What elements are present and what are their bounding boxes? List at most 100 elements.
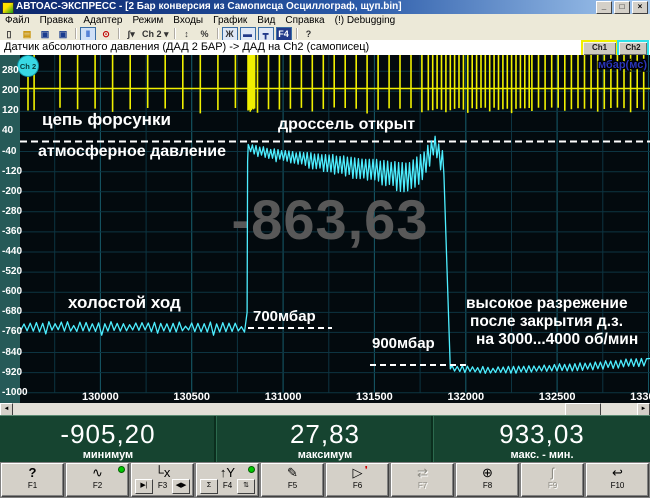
measurement-panel: -905,20минимум27,83максимум933,03макс. -… bbox=[0, 415, 650, 463]
red-marker: ❜ bbox=[365, 465, 368, 474]
fkey-f4-button[interactable]: ↑YF4Σ⇅ bbox=[196, 463, 259, 497]
toolbar-separator bbox=[296, 28, 297, 39]
green-status-dot bbox=[118, 466, 125, 473]
unit-label: мбар(мс) bbox=[598, 59, 647, 71]
annotation-vac3: на 3000...4000 об/мин bbox=[476, 331, 638, 348]
y-tick-label: 40 bbox=[2, 125, 13, 136]
crosshair-icon: ⊕ bbox=[457, 464, 518, 481]
fkey-f3-button[interactable]: └xF3▶|◀▶ bbox=[131, 463, 194, 497]
y-tick-label: 120 bbox=[2, 105, 19, 116]
help-icon: ? bbox=[2, 464, 63, 481]
menu-item-7[interactable]: Вид bbox=[252, 14, 280, 27]
exit-icon: ↩ bbox=[587, 464, 648, 481]
toolbar-record-button[interactable]: ⊙ bbox=[98, 27, 114, 41]
fkey-label: F10 bbox=[587, 481, 648, 490]
compress-y-mini-button[interactable]: Σ bbox=[200, 479, 218, 494]
annotation-throttle: дроссель открыт bbox=[278, 116, 415, 133]
measurement-value: 933,03 bbox=[434, 419, 650, 449]
measurement-value: -905,20 bbox=[0, 419, 216, 449]
x-tick-label: 131500 bbox=[356, 391, 393, 403]
toolbar-marker-button[interactable]: Ж bbox=[222, 27, 238, 41]
y-tick-label: -1000 bbox=[2, 387, 28, 398]
fkey-cell-F2: ∿F2 bbox=[65, 462, 130, 498]
annotation-atmo: атмосферное давление bbox=[38, 143, 226, 160]
toolbar-ruler-button[interactable]: ┳ bbox=[258, 27, 274, 41]
toolbar-trigger-edge-button[interactable]: ʃ▾ bbox=[123, 27, 139, 41]
trigger-edge-icon: ʃ bbox=[522, 464, 583, 481]
menu-item-1[interactable]: Файл bbox=[0, 14, 35, 27]
fkey-label: F2 bbox=[67, 481, 128, 490]
swap-arrows-icon: ⇄ bbox=[392, 464, 453, 481]
y-tick-label: 280 bbox=[2, 65, 19, 76]
toolbar-pause-button[interactable]: ‖ bbox=[80, 27, 96, 41]
toolbar-open-button[interactable]: ▤ bbox=[19, 27, 35, 41]
menu-item-8[interactable]: Справка bbox=[280, 14, 329, 27]
menu-item-9[interactable]: (!) Debugging bbox=[330, 14, 401, 27]
window-title: АВТОАС-ЭКСПРЕСС - [2 Бар конверсия из Са… bbox=[16, 0, 402, 14]
toolbar: ▯▤▣▣‖⊙ʃ▾Ch 2 ▾↕%Ж▬┳F4? bbox=[0, 27, 650, 40]
menu-item-5[interactable]: Входы bbox=[168, 14, 208, 27]
minimize-button[interactable]: _ bbox=[596, 1, 612, 14]
fkey-f5-button[interactable]: ✎F5 bbox=[261, 463, 324, 497]
scope-canvas[interactable]: -863,63цепь форсункидроссель открытатмос… bbox=[20, 55, 650, 403]
y-tick-label: -40 bbox=[2, 146, 16, 157]
close-button[interactable]: × bbox=[632, 1, 648, 14]
menu-item-4[interactable]: Режим bbox=[127, 14, 168, 27]
fkey-cell-F5: ✎F5 bbox=[260, 462, 325, 498]
fkey-label: F8 bbox=[457, 481, 518, 490]
y-tick-label: -200 bbox=[2, 186, 22, 197]
fkey-f2-button[interactable]: ∿F2 bbox=[66, 463, 129, 497]
menu-item-6[interactable]: График bbox=[208, 14, 252, 27]
annotation-vac1: высокое разрежение bbox=[466, 295, 628, 312]
fkey-label: F1 bbox=[2, 481, 63, 490]
y-tick-label: 200 bbox=[2, 85, 19, 96]
menu-item-2[interactable]: Правка bbox=[35, 14, 79, 27]
maximize-button[interactable]: □ bbox=[614, 1, 630, 14]
toolbar-separator bbox=[118, 28, 119, 39]
horizontal-scrollbar[interactable]: ◄ ► bbox=[0, 403, 650, 415]
expand-x-mini-button[interactable]: ◀▶ bbox=[172, 479, 190, 494]
fkey-f7-button: ⇄F7 bbox=[391, 463, 454, 497]
green-status-dot bbox=[248, 466, 255, 473]
measurement-col-3: 933,03макс. - мин. bbox=[433, 416, 650, 463]
toolbar-save-as-button[interactable]: ▣ bbox=[55, 27, 71, 41]
fkey-cell-F3: └xF3▶|◀▶ bbox=[130, 462, 195, 498]
title-bar[interactable]: АВТОАС-ЭКСПРЕСС - [2 Бар конверсия из Са… bbox=[0, 0, 650, 14]
x-tick-label: 133000 bbox=[630, 391, 650, 403]
toolbar-vertical-scale-button[interactable]: ↕ bbox=[179, 27, 195, 41]
y-tick-label: -440 bbox=[2, 246, 22, 257]
spin-y-mini-button[interactable]: ⇅ bbox=[237, 479, 255, 494]
toolbar-channel-select-button[interactable]: Ch 2 ▾ bbox=[141, 27, 170, 41]
toolbar-separator bbox=[174, 28, 175, 39]
app-icon bbox=[2, 2, 14, 14]
y-tick-label: -360 bbox=[2, 226, 22, 237]
x-tick-label: 132500 bbox=[539, 391, 576, 403]
annotation-vac2: после закрытия д.з. bbox=[470, 313, 623, 330]
annotation-idle: холостой ход bbox=[68, 293, 181, 312]
y-tick-label: -840 bbox=[2, 347, 22, 358]
toolbar-display-button[interactable]: ▬ bbox=[240, 27, 256, 41]
fkey-f10-button[interactable]: ↩F10 bbox=[586, 463, 649, 497]
x-tick-label: 130000 bbox=[82, 391, 119, 403]
toolbar-save-button[interactable]: ▣ bbox=[37, 27, 53, 41]
fkey-f8-button[interactable]: ⊕F8 bbox=[456, 463, 519, 497]
x-tick-label: 131000 bbox=[265, 391, 302, 403]
measurement-label: максимум bbox=[217, 449, 433, 461]
function-key-bar: ?F1∿F2└xF3▶|◀▶↑YF4Σ⇅✎F5▷F6❜⇄F7⊕F8ʃF9↩F10 bbox=[0, 462, 650, 498]
annotation-injector: цепь форсунки bbox=[42, 110, 171, 129]
toolbar-help-button[interactable]: ? bbox=[301, 27, 317, 41]
toolbar-fn-button[interactable]: F4 bbox=[276, 27, 292, 41]
compress-x-mini-button[interactable]: ▶| bbox=[135, 479, 153, 494]
measurement-value: 27,83 bbox=[217, 419, 433, 449]
app-window: АВТОАС-ЭКСПРЕСС - [2 Бар конверсия из Са… bbox=[0, 0, 650, 498]
fkey-cell-F6: ▷F6❜ bbox=[325, 462, 390, 498]
annotation-mark700: 700мбар bbox=[253, 308, 316, 325]
y-tick-label: -120 bbox=[2, 166, 22, 177]
toolbar-new-button[interactable]: ▯ bbox=[1, 27, 17, 41]
fkey-label: F7 bbox=[392, 481, 453, 490]
fkey-f6-button[interactable]: ▷F6❜ bbox=[326, 463, 389, 497]
toolbar-percent-button[interactable]: % bbox=[197, 27, 213, 41]
fkey-f1-button[interactable]: ?F1 bbox=[1, 463, 64, 497]
y-tick-label: -920 bbox=[2, 367, 22, 378]
menu-item-3[interactable]: Адаптер bbox=[78, 14, 127, 27]
